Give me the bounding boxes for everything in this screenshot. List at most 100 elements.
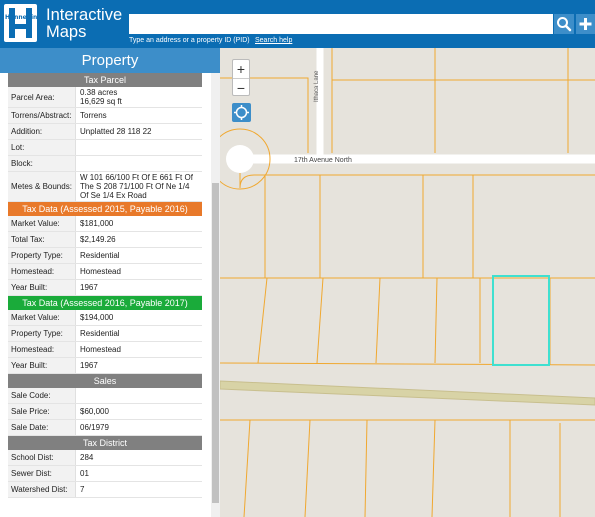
zoom-in-button[interactable]: + — [233, 60, 249, 78]
row-label: Property Type: — [8, 248, 76, 263]
street-label-17th: 17th Avenue North — [294, 157, 352, 164]
table-row: Total Tax: $2,149.26 — [8, 232, 202, 248]
locate-button[interactable] — [232, 103, 251, 122]
row-value: $2,149.26 — [80, 235, 116, 244]
table-row: Property Type: Residential — [8, 326, 202, 342]
row-value: 06/1979 — [80, 423, 109, 432]
row-value: Homestead — [80, 345, 121, 354]
cul-de-sac-center — [226, 145, 254, 173]
map-canvas[interactable]: Ithaca Lane 17th Avenue North — [220, 48, 595, 517]
section-tax-data-2016: Tax Data (Assessed 2016, Payable 2017) — [8, 296, 202, 310]
section-sales: Sales — [8, 374, 202, 388]
sales-rows: Sale Code: Sale Price: $60,000 Sale Date: 06… — [0, 388, 211, 436]
selected-parcel — [492, 275, 550, 366]
table-row: Sewer Dist: 01 — [8, 466, 202, 482]
row-value: Torrens — [80, 111, 107, 120]
property-panel[interactable]: Tax Parcel Parcel Area: 0.38 acres 16,629… — [0, 73, 211, 517]
table-row: School Dist: 284 — [8, 450, 202, 466]
row-label: Metes & Bounds: — [8, 172, 76, 201]
logo-bar-right — [26, 8, 32, 38]
row-value — [76, 140, 202, 155]
zoom-out-button[interactable]: − — [233, 79, 249, 97]
logo-bar-middle — [9, 24, 32, 29]
row-label: Sale Code: — [8, 388, 76, 403]
row-value: 0.38 acres 16,629 sq ft — [80, 88, 122, 106]
row-value — [76, 156, 202, 171]
row-label: Parcel Area: — [8, 87, 76, 107]
magnifier-icon — [557, 17, 572, 32]
railway-band — [220, 380, 595, 406]
table-row: Torrens/Abstract: Torrens — [8, 108, 202, 124]
row-label: Block: — [8, 156, 76, 171]
row-label: Homestead: — [8, 264, 76, 279]
search-hint: Type an address or a property ID (PID) — [129, 37, 250, 44]
search-help-link[interactable]: Search help — [255, 37, 292, 44]
crosshair-icon — [234, 105, 249, 120]
app-title: Interactive Maps — [46, 6, 123, 41]
row-label: Homestead: — [8, 342, 76, 357]
row-value: Unplatted 28 118 22 — [80, 127, 152, 136]
add-button[interactable] — [576, 14, 595, 34]
table-row: Market Value: $181,000 — [8, 216, 202, 232]
section-tax-parcel: Tax Parcel — [8, 73, 202, 87]
panel-title: Property — [0, 48, 220, 73]
table-row: Sale Price: $60,000 — [8, 404, 202, 420]
tax-parcel-rows: Parcel Area: 0.38 acres 16,629 sq ft Torre… — [0, 87, 211, 202]
row-label: Property Type: — [8, 326, 76, 341]
row-value: 1967 — [80, 361, 98, 370]
table-row: Year Built: 1967 — [8, 358, 202, 374]
parcel-lines — [220, 48, 595, 517]
table-row: Watershed Dist: 7 — [8, 482, 202, 498]
row-label: School Dist: — [8, 450, 76, 465]
plus-icon — [579, 18, 592, 30]
row-value: Residential — [80, 251, 120, 260]
section-tax-district: Tax District — [8, 436, 202, 450]
logo-bar-left — [9, 8, 15, 38]
table-row: Market Value: $194,000 — [8, 310, 202, 326]
map-view[interactable]: Ithaca Lane 17th Avenue North — [220, 48, 595, 517]
table-row: Homestead: Homestead — [8, 264, 202, 280]
table-row: Lot: — [8, 140, 202, 156]
panel-scrollbar[interactable] — [211, 73, 220, 517]
row-value: $181,000 — [80, 219, 114, 228]
scrollbar-thumb[interactable] — [212, 183, 219, 503]
row-label: Year Built: — [8, 280, 76, 295]
row-label: Market Value: — [8, 310, 76, 325]
hennepin-logo[interactable]: Hennepin — [4, 4, 37, 42]
zoom-control: + − — [232, 59, 250, 96]
row-value: 7 — [80, 485, 85, 494]
table-row: Property Type: Residential — [8, 248, 202, 264]
row-value — [76, 388, 202, 403]
tax-data-2015-rows: Market Value: $181,000 Total Tax: $2,149.26… — [0, 216, 211, 296]
row-value: 284 — [80, 453, 94, 462]
section-tax-data-2015: Tax Data (Assessed 2015, Payable 2016) — [8, 202, 202, 216]
row-value: 01 — [80, 469, 89, 478]
logo-text: Hennepin — [5, 14, 38, 21]
row-label: Sewer Dist: — [8, 466, 76, 481]
table-row: Addition: Unplatted 28 118 22 — [8, 124, 202, 140]
search-input[interactable] — [129, 14, 553, 34]
table-row: Block: — [8, 156, 202, 172]
row-value: Residential — [80, 329, 120, 338]
row-label: Market Value: — [8, 216, 76, 231]
row-label: Lot: — [8, 140, 76, 155]
row-label: Sale Date: — [8, 420, 76, 435]
row-value: W 101 66/100 Ft Of E 661 Ft Of The S 208… — [80, 173, 193, 200]
row-value: 1967 — [80, 283, 98, 292]
search-button[interactable] — [554, 14, 574, 34]
row-label: Total Tax: — [8, 232, 76, 247]
table-row: Sale Date: 06/1979 — [8, 420, 202, 436]
street-label-ithaca: Ithaca Lane — [314, 70, 320, 102]
table-row: Sale Code: — [8, 388, 202, 404]
row-label: Addition: — [8, 124, 76, 139]
row-value: Homestead — [80, 267, 121, 276]
tax-data-2016-rows: Market Value: $194,000 Property Type: Resid… — [0, 310, 211, 374]
app-header: Hennepin Interactive Maps Type an addres… — [0, 0, 595, 48]
row-label: Watershed Dist: — [8, 482, 76, 497]
table-row: Parcel Area: 0.38 acres 16,629 sq ft — [8, 87, 202, 108]
row-value: $60,000 — [80, 407, 109, 416]
row-label: Year Built: — [8, 358, 76, 373]
table-row: Year Built: 1967 — [8, 280, 202, 296]
row-label: Torrens/Abstract: — [8, 108, 76, 123]
row-value: $194,000 — [80, 313, 114, 322]
